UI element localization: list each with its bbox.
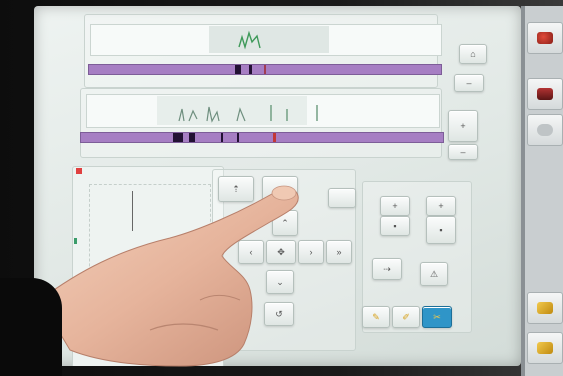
fast-icon: ⇢ [383,263,391,274]
nav-button-up-left[interactable]: ⇡ [218,176,254,202]
arrow-icon: ⇡ [232,183,240,194]
minus-button[interactable]: – [448,144,478,160]
value-icon: ▪ [439,224,443,235]
value-left-button[interactable]: ▪ [380,216,410,236]
brush-icon: ✎ [372,311,380,322]
side-panel-divider [521,6,525,376]
plus-icon: + [460,120,466,131]
nav-button-left[interactable]: ‹ [238,240,264,264]
nav-button-bottom[interactable]: ↺ [264,302,294,326]
touch-screen: ⌂ – + – ⇡ ⌃ ‹ ✥ › » ⌄ ↺ + ▪ + ▪ ⇢ ⚠ ✎ ✐ … [34,6,521,366]
increment-left-button[interactable]: + [380,196,410,216]
folder-icon [537,124,553,136]
plus-icon: + [438,200,444,211]
black-sleeve [0,278,62,376]
return-icon: ↺ [275,308,283,319]
chevron-left-icon: ‹ [249,246,253,257]
needle-icon [537,342,553,354]
graph-plot-area [89,184,211,326]
double-chevron-right-icon: » [336,246,342,257]
plus-button[interactable]: + [448,110,478,142]
fast-button[interactable]: ⇢ [372,258,402,280]
nav-button-down[interactable]: ⌄ [266,270,294,294]
pattern-track-2[interactable] [86,94,440,128]
warning-icon: ⚠ [429,268,439,279]
side-button-paint[interactable] [527,22,563,54]
minus-icon: – [460,146,466,157]
chevron-right-icon: › [309,246,313,257]
graph-tick [74,238,77,244]
side-button-print[interactable] [527,78,563,110]
chevron-down-icon: ⌄ [276,276,284,287]
tool-button-3[interactable]: ✂ [422,306,452,328]
side-button-folder[interactable] [527,114,563,146]
nav-button-far-right[interactable]: » [326,240,352,264]
nav-button-top[interactable] [262,176,298,202]
pattern-lane-1 [88,64,442,75]
pan-icon: – [466,77,472,88]
zoom-button[interactable]: ⌂ [459,44,487,64]
paint-icon [537,32,553,44]
warning-button[interactable]: ⚠ [420,262,448,286]
value-icon: ▪ [393,220,397,231]
nav-button-right[interactable]: › [298,240,324,264]
indicator-light [76,168,82,174]
tool-button-2[interactable]: ✐ [392,306,420,328]
side-button-needle[interactable] [527,332,563,364]
graph-axis [132,191,133,231]
pattern-track-1[interactable] [90,24,442,56]
zoom-icon: ⌂ [470,48,476,59]
tool-button-1[interactable]: ✎ [362,306,390,328]
photo: ⌂ – + – ⇡ ⌃ ‹ ✥ › » ⌄ ↺ + ▪ + ▪ ⇢ ⚠ ✎ ✐ … [0,0,563,376]
pencil-icon: ✐ [402,311,410,322]
move-icon: ✥ [277,246,285,257]
pan-button[interactable]: – [454,74,484,92]
increment-right-button[interactable]: + [426,196,456,216]
thread-icon [537,302,553,314]
side-button-thread[interactable] [527,292,563,324]
print-icon [537,88,553,100]
pattern-lane-2 [80,132,444,143]
plus-icon: + [392,200,398,211]
small-action-button[interactable] [328,188,356,208]
chevron-up-icon: ⌃ [281,217,289,228]
needle-icon: ✂ [433,311,441,322]
nav-button-center[interactable]: ✥ [266,240,296,264]
value-right-button[interactable]: ▪ [426,216,456,244]
nav-button-up[interactable]: ⌃ [272,210,298,236]
